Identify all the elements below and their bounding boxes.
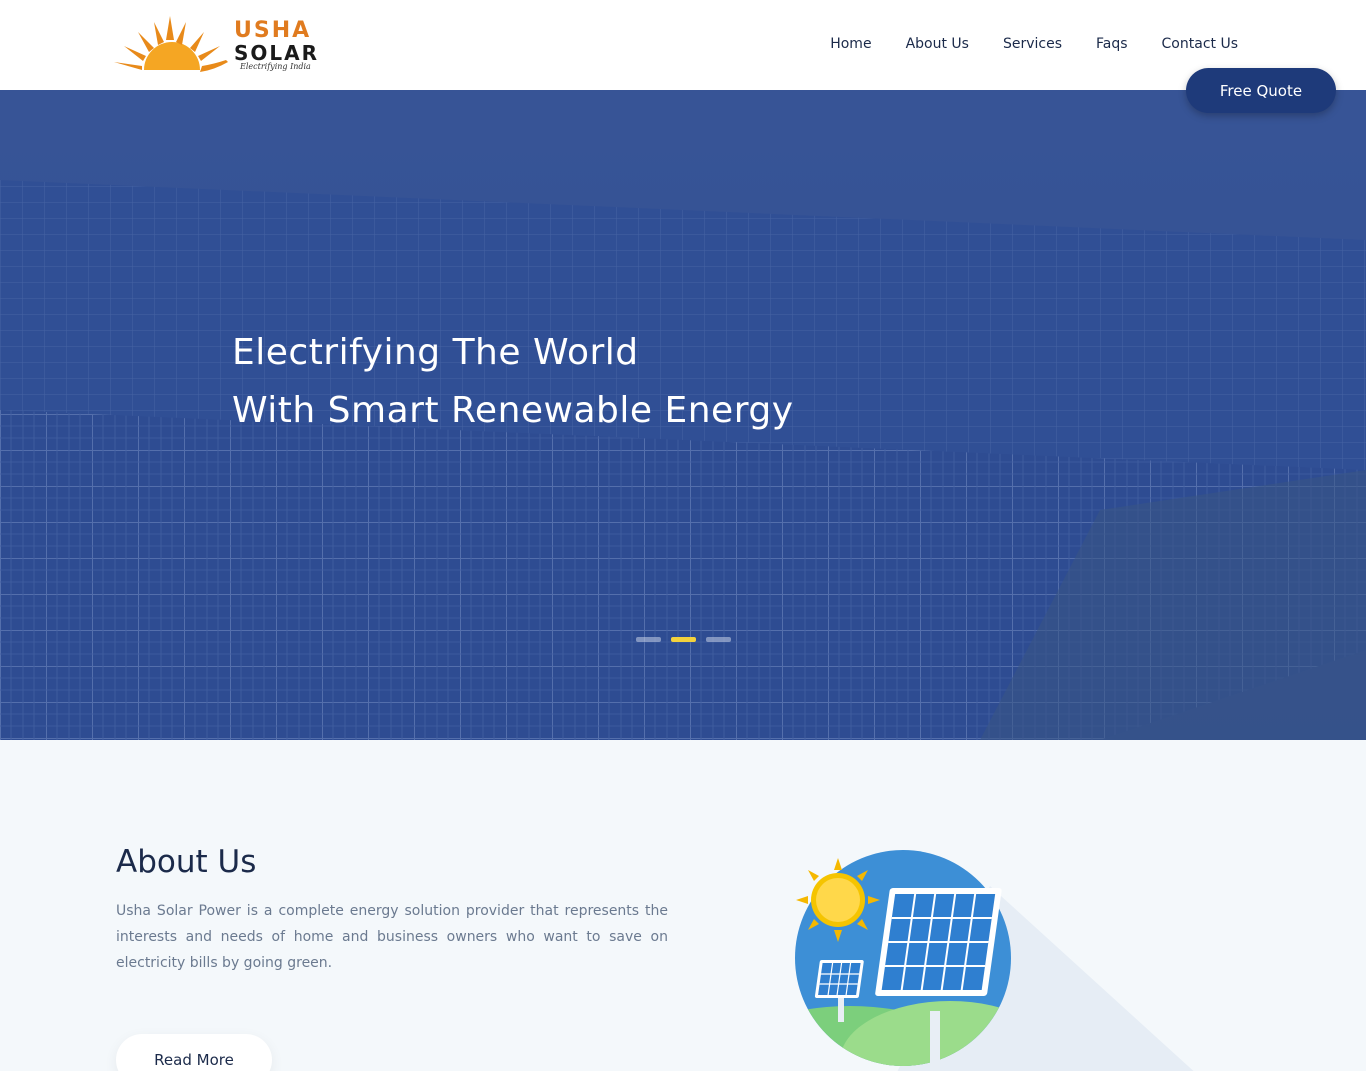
logo-tagline: Electrifying India (240, 62, 311, 71)
nav-home[interactable]: Home (830, 36, 871, 52)
nav-about-us[interactable]: About Us (906, 36, 969, 52)
nav-contact-us[interactable]: Contact Us (1162, 36, 1238, 52)
free-quote-button[interactable]: Free Quote (1186, 68, 1336, 113)
about-text: Usha Solar Power is a complete energy so… (116, 903, 668, 971)
about-title: About Us (116, 844, 257, 880)
main-nav: Home About Us Services Faqs Contact Us (830, 36, 1238, 52)
logo[interactable]: USHA SOLAR Electrifying India (114, 14, 317, 76)
slider-dot-3[interactable] (706, 637, 731, 642)
hero-slider: Electrifying The World With Smart Renewa… (0, 90, 1366, 740)
nav-faqs[interactable]: Faqs (1096, 36, 1128, 52)
solar-panel-illustration-icon (795, 850, 1194, 1071)
slider-pagination (636, 637, 731, 642)
slider-dot-2[interactable] (671, 637, 696, 642)
sun-logo-icon (114, 16, 228, 72)
about-section: About Us Usha Solar Power is a complete … (0, 740, 1366, 1071)
nav-services[interactable]: Services (1003, 36, 1062, 52)
slider-dot-1[interactable] (636, 637, 661, 642)
site-header: USHA SOLAR Electrifying India Home About… (0, 0, 1366, 90)
hero-title-line2: With Smart Renewable Energy (232, 390, 794, 431)
read-more-button[interactable]: Read More (116, 1034, 272, 1071)
hero-title-line1: Electrifying The World (232, 332, 639, 373)
hero-title: Electrifying The World With Smart Renewa… (232, 324, 794, 440)
logo-brand-top: USHA (234, 18, 312, 43)
